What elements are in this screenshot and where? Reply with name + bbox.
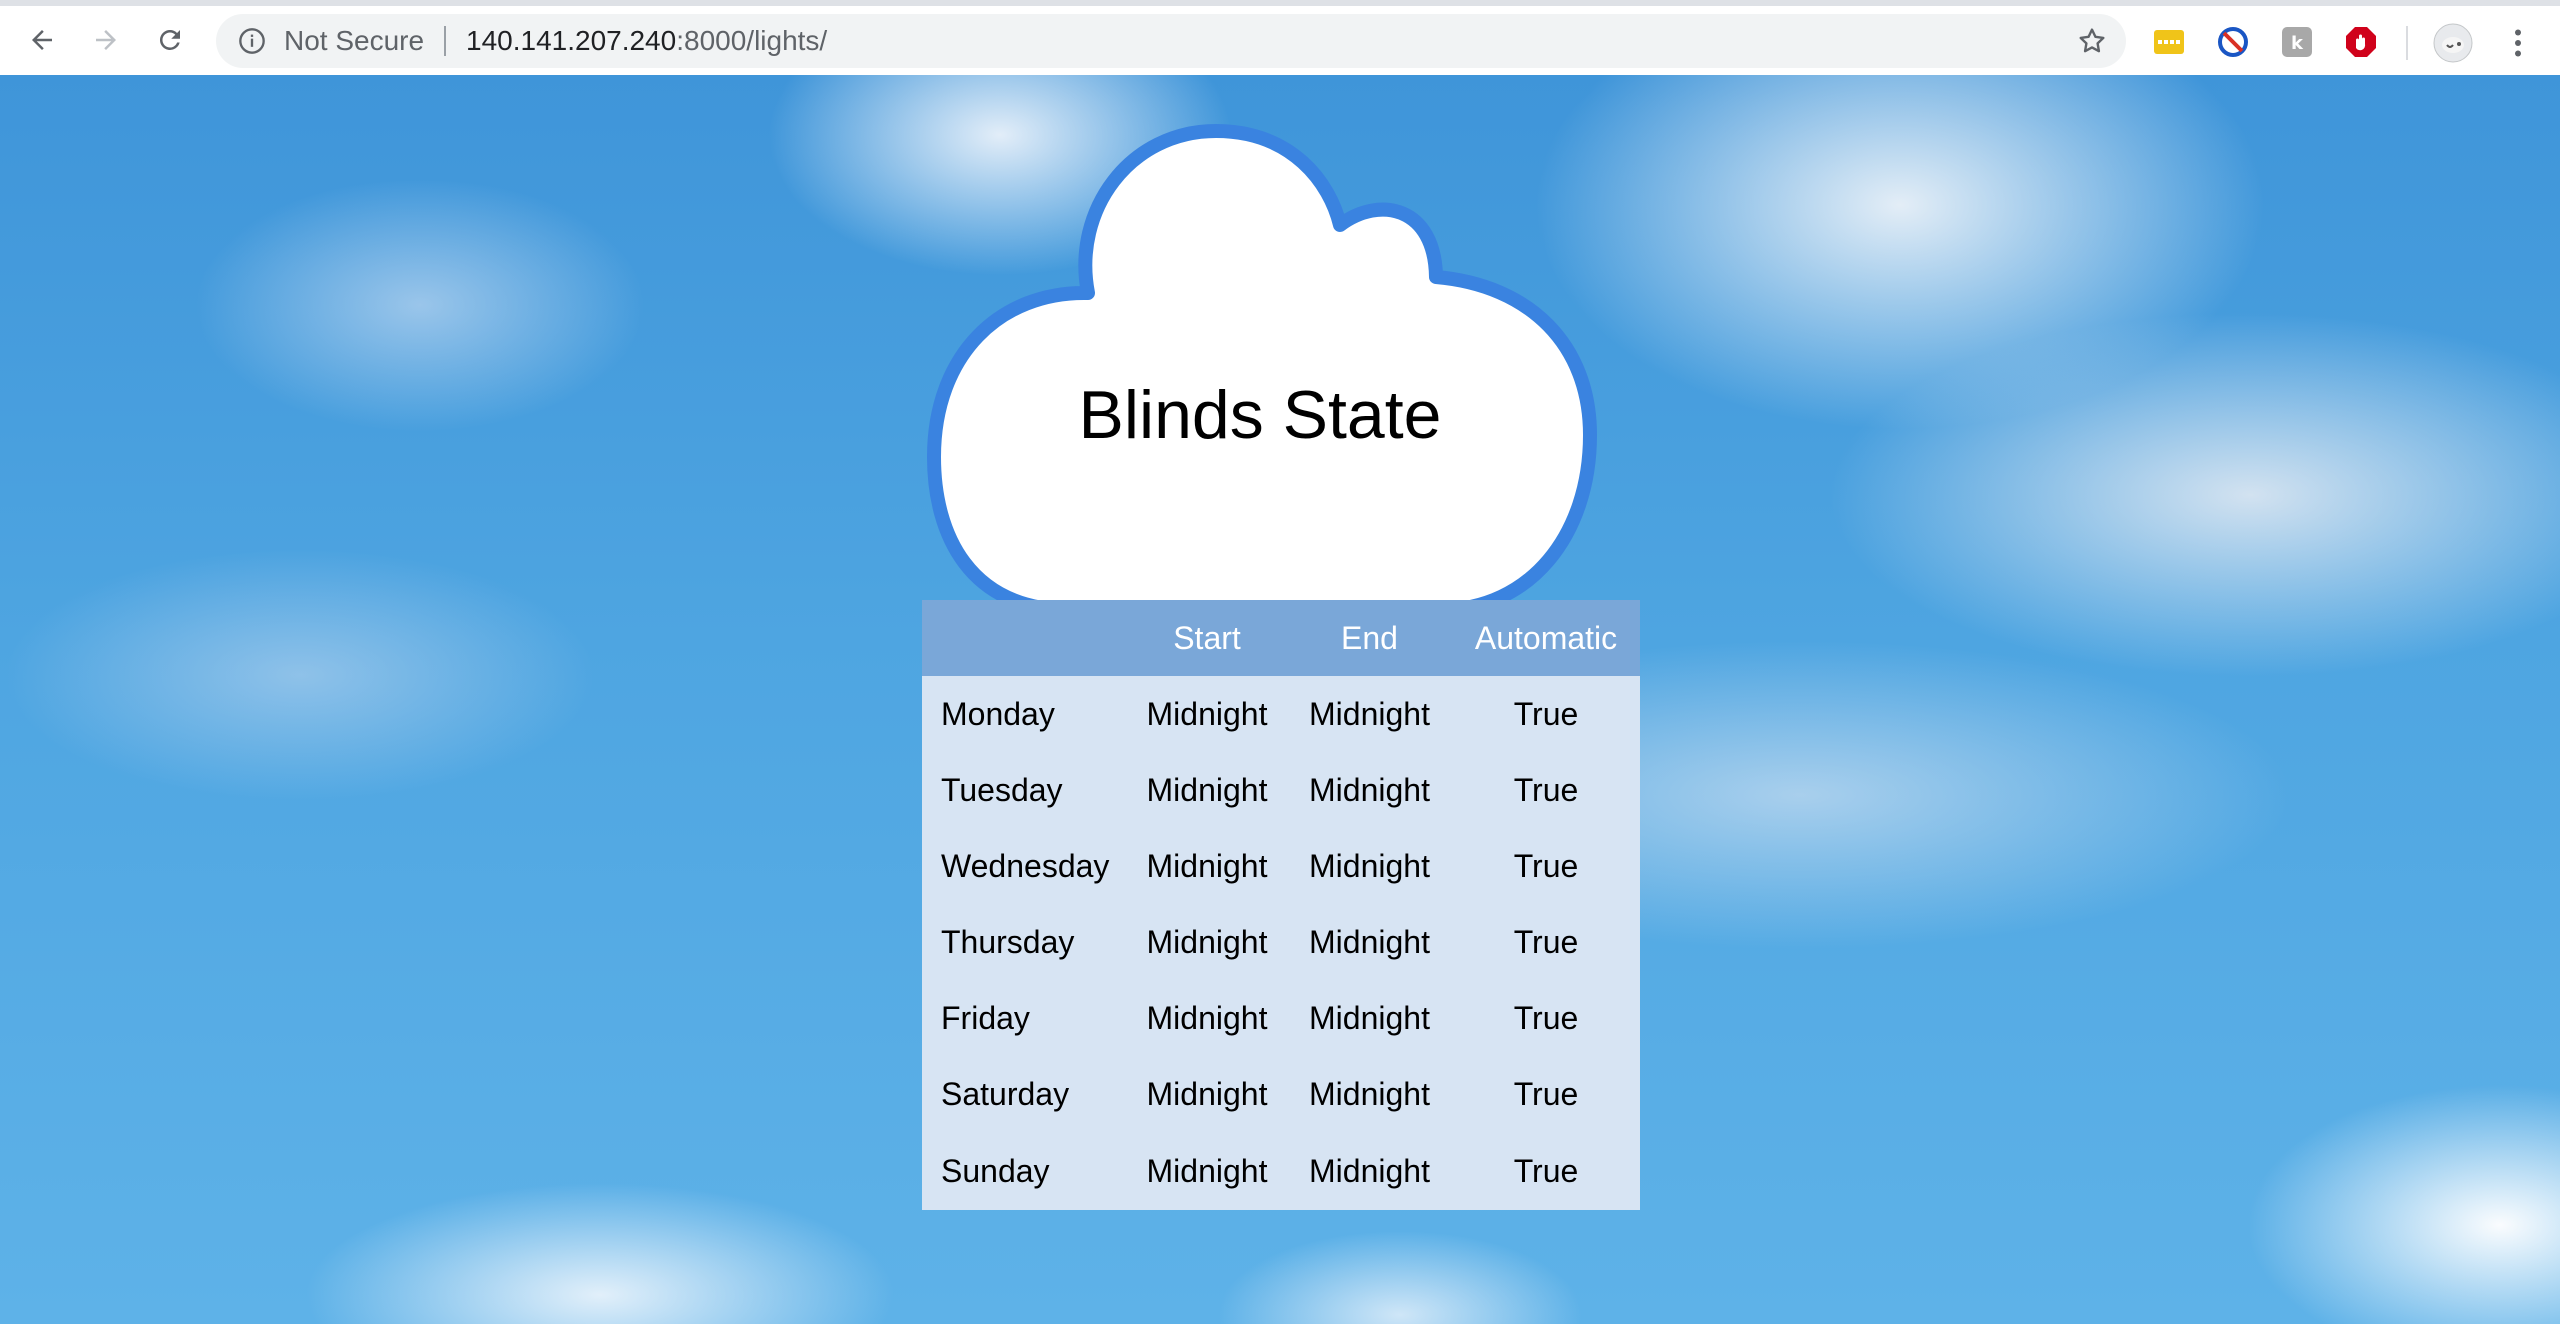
cell-day: Saturday: [941, 1075, 1070, 1112]
reload-icon: [159, 29, 180, 50]
more-vert-icon[interactable]: [2500, 25, 2536, 61]
extension-block-icon[interactable]: [2217, 26, 2249, 58]
extension-k-icon[interactable]: k: [2281, 26, 2313, 58]
extension-password-icon[interactable]: [2153, 26, 2185, 58]
back-button[interactable]: [20, 18, 64, 62]
cell-automatic: True: [1513, 847, 1579, 884]
extension-adblock-icon[interactable]: [2345, 26, 2377, 58]
profile-avatar-icon[interactable]: [2433, 23, 2473, 63]
cell-end: Midnight: [1309, 923, 1430, 960]
schedule-table: Start End Automatic Monday Midnight Midn…: [922, 600, 1640, 1210]
header-automatic: Automatic: [1474, 619, 1618, 656]
url-text[interactable]: 140.141.207.240:8000/lights/: [466, 26, 827, 56]
header-end: End: [1341, 619, 1398, 656]
cell-automatic: True: [1513, 1075, 1579, 1112]
address-bar[interactable]: Not Secure 140.141.207.240:8000/lights/: [216, 14, 2126, 68]
cell-start: Midnight: [1146, 923, 1268, 960]
cell-start: Midnight: [1146, 771, 1268, 808]
cell-start: Midnight: [1146, 1075, 1268, 1112]
url-host: 140.141.207.240: [466, 25, 677, 56]
cell-end: Midnight: [1309, 695, 1430, 732]
cell-automatic: True: [1513, 1152, 1579, 1189]
forward-arrow-icon: [96, 30, 116, 50]
table-row: Thursday Midnight Midnight True: [922, 904, 1640, 980]
cell-start: Midnight: [1146, 847, 1268, 884]
header-start: Start: [1173, 619, 1241, 656]
cell-automatic: True: [1513, 771, 1579, 808]
page-title: Blinds State: [1078, 377, 1442, 453]
url-path: :8000/lights/: [676, 25, 828, 56]
omnibox-divider: [444, 26, 446, 56]
table-row: Friday Midnight Midnight True: [922, 980, 1640, 1056]
cell-automatic: True: [1513, 695, 1579, 732]
table-row: Wednesday Midnight Midnight True: [922, 828, 1640, 904]
forward-button[interactable]: [84, 18, 128, 62]
back-arrow-icon: [32, 30, 52, 50]
cell-day: Friday: [941, 999, 1030, 1036]
info-icon[interactable]: [238, 27, 266, 55]
table-row: Monday Midnight Midnight True: [922, 676, 1640, 752]
cell-end: Midnight: [1309, 1152, 1430, 1189]
cell-end: Midnight: [1309, 847, 1430, 884]
cell-start: Midnight: [1146, 999, 1268, 1036]
reload-button[interactable]: [148, 18, 192, 62]
cell-start: Midnight: [1146, 695, 1268, 732]
page-content: Blinds State Start End Automatic Monday …: [0, 75, 2560, 1324]
cell-start: Midnight: [1146, 1152, 1268, 1189]
cell-day: Thursday: [941, 923, 1075, 960]
security-label[interactable]: Not Secure: [284, 26, 424, 56]
cell-end: Midnight: [1309, 999, 1430, 1036]
table-header-row: Start End Automatic: [922, 600, 1640, 676]
table-row: Tuesday Midnight Midnight True: [922, 752, 1640, 828]
cell-day: Wednesday: [941, 847, 1110, 884]
header-day: [922, 600, 1127, 676]
cell-automatic: True: [1513, 923, 1579, 960]
cell-day: Sunday: [941, 1152, 1050, 1189]
star-icon[interactable]: [2076, 25, 2108, 57]
svg-text:k: k: [2291, 33, 2304, 54]
cell-day: Monday: [941, 695, 1055, 732]
cell-automatic: True: [1513, 999, 1579, 1036]
toolbar-divider: [2406, 26, 2408, 60]
cell-end: Midnight: [1309, 771, 1430, 808]
table-row: Saturday Midnight Midnight True: [922, 1056, 1640, 1132]
cell-day: Tuesday: [941, 771, 1063, 808]
table-row: Sunday Midnight Midnight True: [922, 1132, 1640, 1210]
browser-toolbar: Not Secure 140.141.207.240:8000/lights/ …: [0, 0, 2560, 75]
cell-end: Midnight: [1309, 1075, 1430, 1112]
